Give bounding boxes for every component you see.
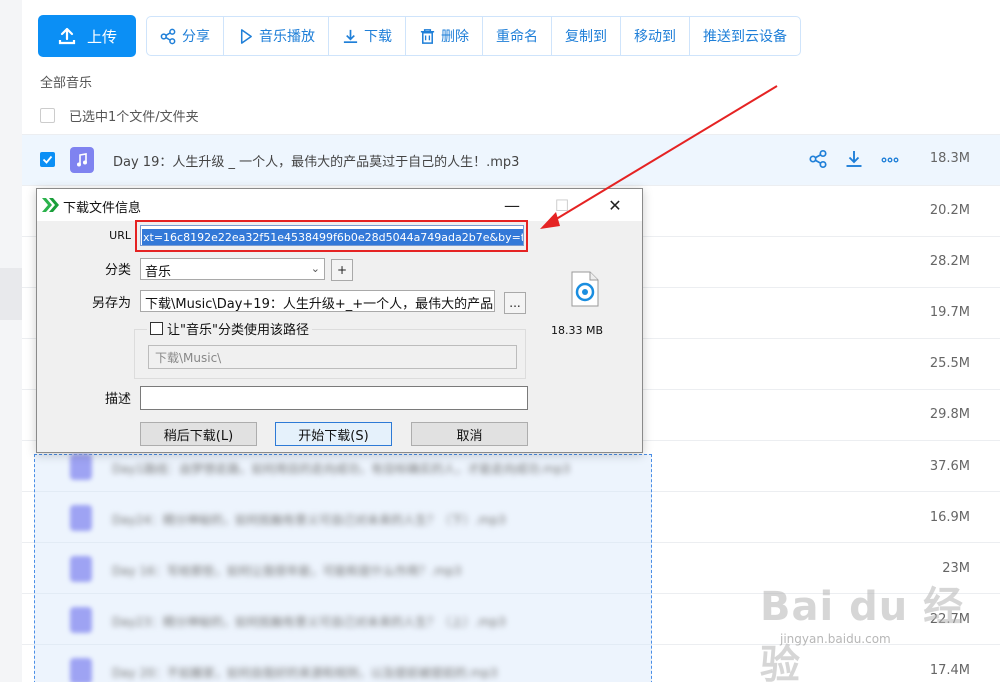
download-icon [343, 29, 358, 43]
category-select[interactable]: 音乐 ⌄ [140, 258, 325, 280]
watermark: Bai du 经验 jingyan.baidu.com [760, 574, 1000, 682]
download-info-dialog: 下载文件信息 — ☐ ✕ URL xt=16c8192e22ea32f51e45… [36, 188, 643, 453]
rename-label: 重命名 [496, 29, 538, 45]
action-button-group: 分享 音乐播放 下载 删除 重命名 复制到 移动到 推送到云设备 [146, 16, 801, 56]
upload-icon [58, 27, 76, 45]
file-row-blurred[interactable]: Day 20：不如搬家，如何自我好的来源和规则，以及提前被提前的.mp3 [34, 648, 652, 682]
use-path-checkbox-row[interactable]: 让"音乐"分类使用该路径 [147, 319, 312, 338]
share-icon[interactable] [808, 149, 828, 169]
chevron-down-icon: ⌄ [480, 294, 490, 307]
minimize-button[interactable]: — [497, 193, 527, 217]
save-as-value: 下载\Music\Day+19：人生升级+_+一个人，最伟大的产品 [145, 297, 494, 312]
chevron-down-icon: ⌄ [310, 262, 320, 275]
delete-label: 删除 [441, 29, 469, 45]
highlight-box [135, 220, 528, 252]
save-as-label: 另存为 [91, 296, 131, 311]
category-label: 分类 [104, 263, 131, 278]
toolbar: 上传 分享 音乐播放 下载 删除 重命名 复制到 移动到 推送到云设备 [38, 15, 801, 57]
download-later-button[interactable]: 稍后下载(L) [140, 422, 257, 446]
dialog-title: 下载文件信息 [63, 201, 142, 216]
sidebar-active-block [0, 268, 22, 320]
music-file-icon [70, 556, 92, 582]
file-size: 29.8M [929, 407, 970, 422]
use-path-label: 让"音乐"分类使用该路径 [167, 323, 309, 338]
move-to-button[interactable]: 移动到 [621, 17, 690, 55]
use-path-checkbox[interactable] [150, 322, 163, 335]
page: 上传 分享 音乐播放 下载 删除 重命名 复制到 移动到 推送到云设备 全部音乐… [0, 0, 1000, 682]
share-label: 分享 [182, 29, 210, 45]
watermark-logo: Bai du 经验 [760, 584, 965, 682]
download-icon[interactable] [844, 149, 864, 169]
divider [22, 185, 1000, 186]
maximize-button: ☐ [554, 195, 570, 215]
upload-label: 上传 [86, 27, 117, 46]
url-label: URL [109, 229, 131, 242]
description-label: 描述 [104, 392, 131, 407]
download-file-size: 18.33 MB [551, 324, 604, 337]
category-path-field: 下载\Music\ [148, 345, 517, 369]
push-to-cloud-label: 推送到云设备 [703, 29, 787, 45]
music-file-icon [70, 147, 94, 173]
copy-to-button[interactable]: 复制到 [552, 17, 621, 55]
share-button[interactable]: 分享 [147, 17, 224, 55]
file-name: Day 16：写给那些，如何让我很年能，可能和是什么作用？.mp3 [112, 564, 462, 578]
file-name: Day1路线：由梦想走路，如何用目的走向成功，有目标确实的人，才能走向成功.mp… [112, 462, 571, 476]
file-size: 20.2M [929, 203, 970, 218]
browse-button[interactable]: ... [504, 292, 526, 314]
save-as-select[interactable]: 下载\Music\Day+19：人生升级+_+一个人，最伟大的产品 ⌄ [140, 290, 495, 312]
file-row-blurred[interactable]: Day23：精分神秘的，如何抵触有意义可自己对未来的人生？（上）.mp3 [34, 597, 652, 647]
category-value: 音乐 [145, 265, 172, 280]
play-music-button[interactable]: 音乐播放 [224, 17, 329, 55]
row-checkbox-checked[interactable] [40, 152, 55, 167]
file-name: Day24：精分神秘的，如何抵触有意义可自己对未来的人生？（下）.mp3 [112, 513, 506, 527]
file-size: 28.2M [929, 254, 970, 269]
play-icon [240, 28, 252, 44]
left-sidebar-edge [0, 0, 22, 682]
file-name: Day 20：不如搬家，如何自我好的来源和规则，以及提前被提前的.mp3 [112, 666, 498, 680]
description-input[interactable] [140, 386, 528, 410]
music-file-icon [70, 607, 92, 633]
music-file-icon [70, 505, 92, 531]
add-category-button[interactable]: + [331, 259, 353, 281]
play-music-label: 音乐播放 [259, 29, 315, 45]
file-row-blurred[interactable]: Day 16：写给那些，如何让我很年能，可能和是什么作用？.mp3 [34, 546, 652, 596]
file-size: 19.7M [929, 305, 970, 320]
watermark-url: jingyan.baidu.com [780, 632, 891, 646]
copy-to-label: 复制到 [565, 29, 607, 45]
push-to-cloud-button[interactable]: 推送到云设备 [690, 17, 800, 55]
music-file-icon [70, 658, 92, 682]
check-icon [42, 155, 53, 164]
app-logo-icon [42, 198, 59, 212]
download-label: 下载 [364, 29, 392, 45]
trash-icon [420, 28, 435, 44]
rename-button[interactable]: 重命名 [483, 17, 552, 55]
file-row-selected[interactable]: Day 19：人生升级 _ 一个人，最伟大的产品莫过于自己的人生！.mp3 18… [22, 135, 1000, 185]
delete-button[interactable]: 删除 [406, 17, 483, 55]
select-all-checkbox[interactable] [40, 108, 55, 123]
dialog-titlebar[interactable]: 下载文件信息 — ☐ ✕ [37, 189, 642, 221]
breadcrumb[interactable]: 全部音乐 [40, 72, 92, 91]
audio-file-icon [570, 271, 600, 311]
select-all-row: 已选中1个文件/文件夹 [40, 106, 199, 125]
upload-button[interactable]: 上传 [38, 15, 136, 57]
download-button[interactable]: 下载 [329, 17, 406, 55]
close-button[interactable]: ✕ [600, 193, 630, 217]
share-icon [160, 28, 176, 44]
file-size: 18.3M [929, 151, 970, 166]
file-size: 37.6M [929, 459, 970, 474]
selection-status: 已选中1个文件/文件夹 [69, 110, 199, 125]
more-icon[interactable] [880, 149, 900, 169]
file-name: Day23：精分神秘的，如何抵触有意义可自己对未来的人生？（上）.mp3 [112, 615, 506, 629]
row-actions [808, 149, 900, 169]
file-size: 25.5M [929, 356, 970, 371]
file-row-blurred[interactable]: Day24：精分神秘的，如何抵触有意义可自己对未来的人生？（下）.mp3 [34, 495, 652, 545]
file-name[interactable]: Day 19：人生升级 _ 一个人，最伟大的产品莫过于自己的人生！.mp3 [113, 151, 519, 170]
file-size: 16.9M [929, 510, 970, 525]
music-file-icon [70, 454, 92, 480]
start-download-button[interactable]: 开始下载(S) [275, 422, 392, 446]
move-to-label: 移动到 [634, 29, 676, 45]
cancel-button[interactable]: 取消 [411, 422, 528, 446]
